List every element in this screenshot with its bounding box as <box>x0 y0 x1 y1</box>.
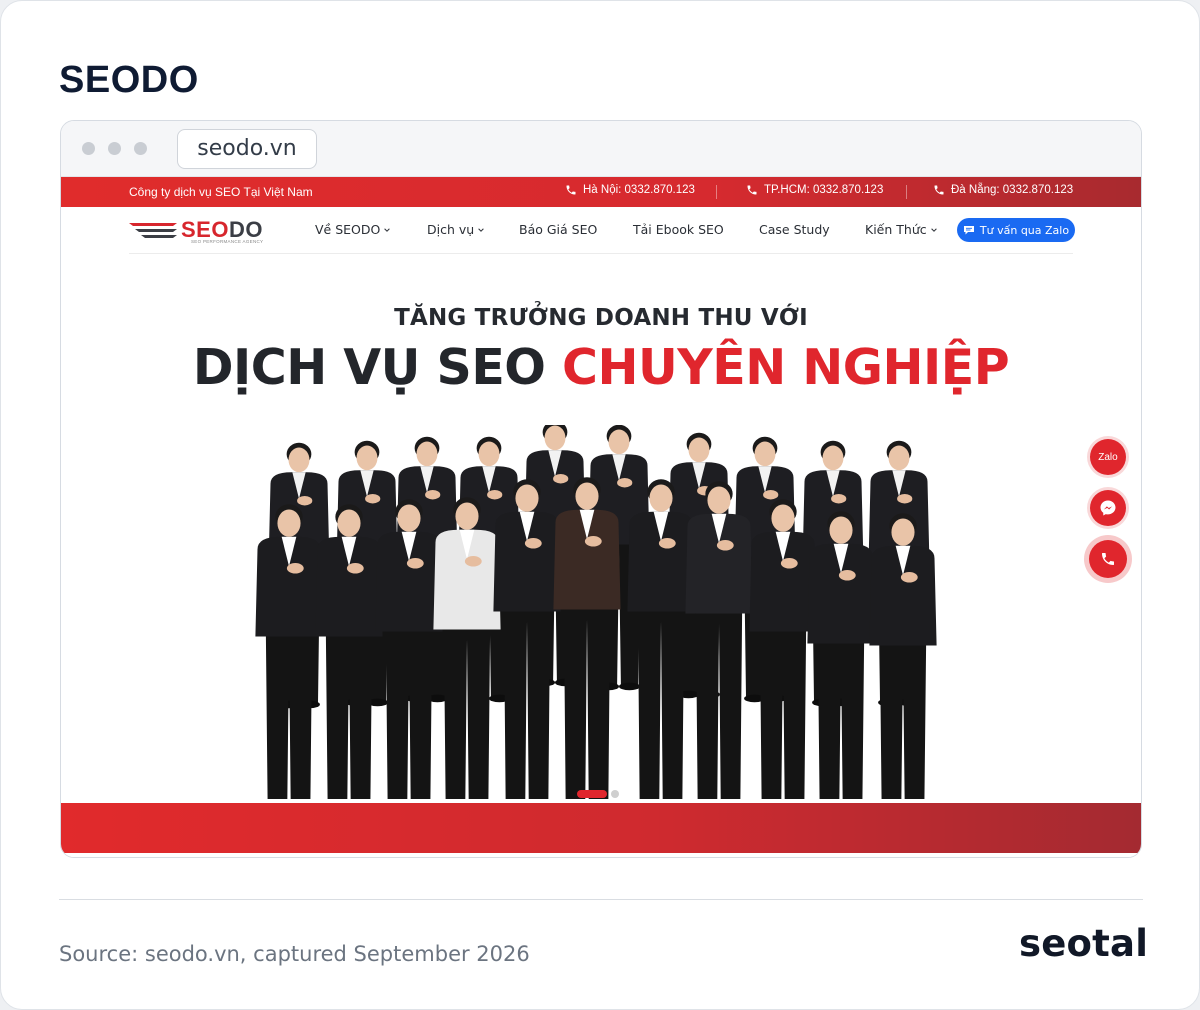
browser-chrome: seodo.vn <box>61 121 1141 177</box>
top-contact-bar: Công ty dịch vụ SEO Tại Việt Nam Hà Nội:… <box>61 177 1141 207</box>
card-title: SEODO <box>59 59 199 101</box>
nav-label: Tải Ebook SEO <box>633 222 724 237</box>
zalo-consult-button[interactable]: Tư vấn qua Zalo <box>957 218 1075 242</box>
hero-subtitle: TĂNG TRƯỞNG DOANH THU VỚI <box>394 305 808 331</box>
window-dot-icon <box>134 142 147 155</box>
phone-label: Hà Nội: 0332.870.123 <box>583 184 695 196</box>
nav-label: Kiến Thức <box>865 222 927 237</box>
phone-icon <box>747 185 757 195</box>
logo-speed-lines-icon <box>129 223 177 238</box>
phone-danang[interactable]: Đà Nẵng: 0332.870.123 <box>933 184 1073 196</box>
divider <box>716 185 717 199</box>
phone-hcm[interactable]: TP.HCM: 0332.870.123 <box>746 184 883 196</box>
phone-icon <box>1102 553 1114 565</box>
call-float-button[interactable] <box>1089 540 1127 578</box>
zalo-float-button[interactable]: Zalo <box>1090 439 1126 475</box>
nav-label: Case Study <box>759 222 830 237</box>
nav-label: Về SEODO <box>315 222 381 237</box>
phone-icon <box>934 185 944 195</box>
phone-icon <box>566 185 576 195</box>
team-photo <box>255 425 937 799</box>
nav-item-pricing[interactable]: Báo Giá SEO <box>519 222 597 237</box>
window-dot-icon <box>82 142 95 155</box>
phone-hanoi[interactable]: Hà Nội: 0332.870.123 <box>565 184 695 196</box>
nav-item-knowledge[interactable]: Kiến Thức <box>865 222 938 237</box>
divider <box>906 185 907 199</box>
browser-window: seodo.vn Công ty dịch vụ SEO Tại Việt Na… <box>60 120 1142 858</box>
nav-item-services[interactable]: Dịch vụ <box>427 222 485 237</box>
zalo-float-label: Zalo <box>1098 451 1118 463</box>
slide-dot[interactable] <box>611 790 619 798</box>
window-dot-icon <box>108 142 121 155</box>
phone-label: Đà Nẵng: 0332.870.123 <box>951 184 1074 196</box>
source-caption: Source: seodo.vn, captured September 202… <box>59 942 530 966</box>
company-tagline: Công ty dịch vụ SEO Tại Việt Nam <box>129 185 313 199</box>
nav-item-case-study[interactable]: Case Study <box>759 222 830 237</box>
nav-label: Báo Giá SEO <box>519 222 598 237</box>
nav-divider <box>129 253 1073 254</box>
footer-divider <box>59 899 1143 900</box>
seotal-logo: seotal <box>1019 922 1149 965</box>
messenger-float-button[interactable] <box>1090 490 1126 526</box>
phone-label: TP.HCM: 0332.870.123 <box>764 184 884 196</box>
hero-title-accent: CHUYÊN NGHIỆP <box>562 339 1010 396</box>
slide-dot-active[interactable] <box>577 790 607 798</box>
website: Công ty dịch vụ SEO Tại Việt Nam Hà Nội:… <box>61 177 1141 857</box>
seodo-logo[interactable]: SEODO SEO PERFORMANCE AGENCY <box>129 217 269 245</box>
slider-pagination[interactable] <box>577 790 619 798</box>
nav-label: Dịch vụ <box>427 222 475 237</box>
zalo-button-label: Tư vấn qua Zalo <box>979 223 1070 237</box>
messenger-icon <box>1100 500 1116 516</box>
hero-title-main: DỊCH VỤ SEO <box>192 339 563 396</box>
hero-title: DỊCH VỤ SEO CHUYÊN NGHIỆP <box>61 339 1141 396</box>
logo-tagline: SEO PERFORMANCE AGENCY <box>191 239 264 244</box>
screenshot-card: SEODO seodo.vn Công ty dịch vụ SEO Tại V… <box>0 0 1200 1010</box>
chat-bubble-icon <box>963 225 974 234</box>
nav-item-about[interactable]: Về SEODO <box>315 222 391 237</box>
chevron-down-icon <box>930 227 937 232</box>
chevron-down-icon <box>384 227 391 232</box>
main-navbar: SEODO SEO PERFORMANCE AGENCY Về SEODO Dị… <box>61 207 1141 255</box>
hero-bottom-band <box>61 803 1141 853</box>
nav-item-ebook[interactable]: Tải Ebook SEO <box>633 222 724 237</box>
address-bar[interactable]: seodo.vn <box>177 129 317 169</box>
chevron-down-icon <box>478 227 484 232</box>
